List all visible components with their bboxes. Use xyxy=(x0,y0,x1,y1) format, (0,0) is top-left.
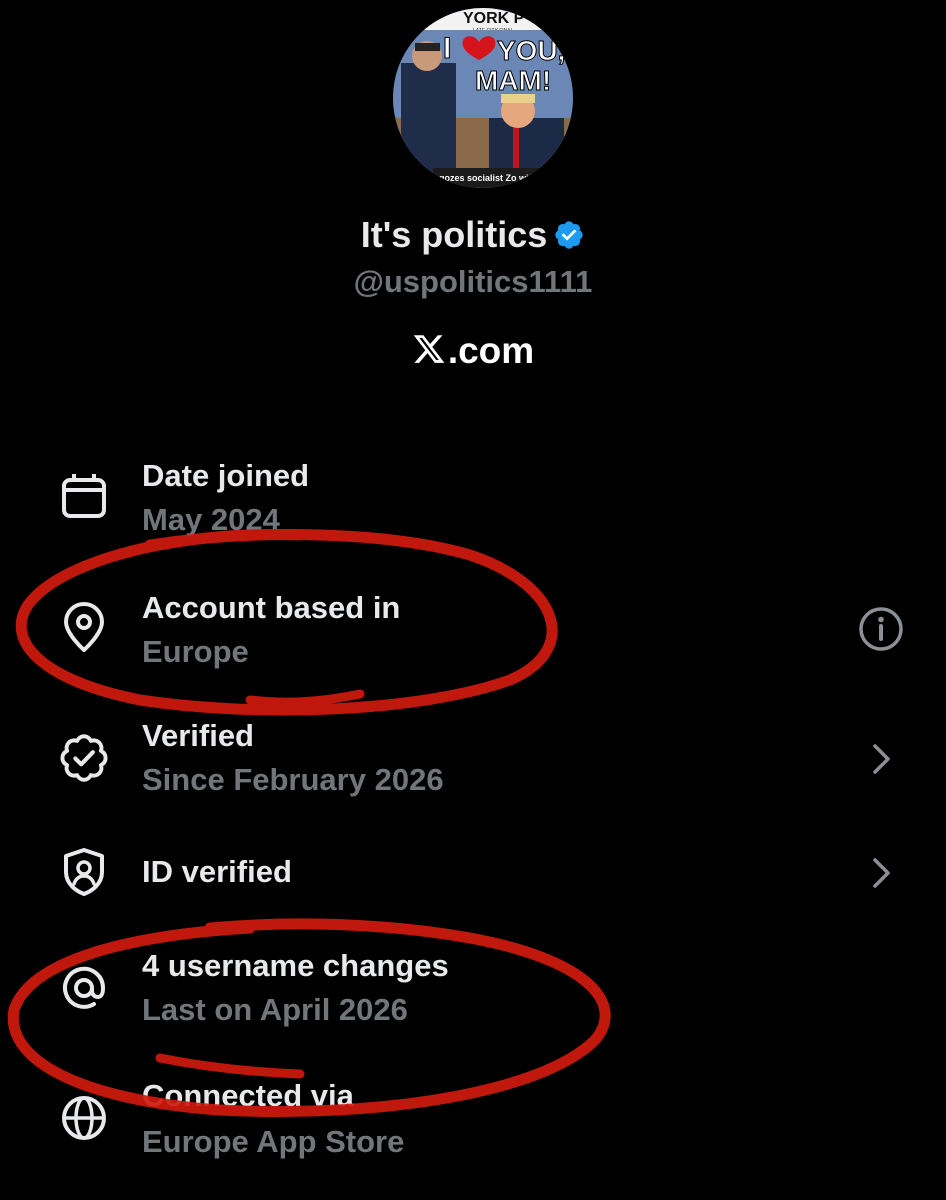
row-username-changes: 4 username changes Last on April 2026 xyxy=(0,944,946,1044)
row-subtitle: Europe xyxy=(142,634,249,669)
row-title: Connected via xyxy=(142,1078,354,1113)
row-title: ID verified xyxy=(142,854,292,889)
row-subtitle: Last on April 2026 xyxy=(142,992,408,1027)
row-subtitle: Europe App Store xyxy=(142,1124,405,1159)
at-sign-icon xyxy=(56,960,112,1016)
verified-badge-icon xyxy=(553,218,585,260)
display-name: It's politics xyxy=(360,214,548,255)
avatar-headline-you: YOU, xyxy=(497,35,565,66)
site-domain: .com xyxy=(447,330,535,371)
row-title: Date joined xyxy=(142,458,310,493)
row-verified[interactable]: Verified Since February 2026 xyxy=(0,714,946,814)
row-subtitle: May 2024 xyxy=(142,502,280,537)
avatar-headline-mam: MAM! xyxy=(475,65,551,96)
id-shield-icon xyxy=(56,844,112,900)
row-title: Verified xyxy=(142,718,254,753)
row-title: Account based in xyxy=(142,590,401,625)
avatar-newspaper-image: YORK P LATE CITY FINAL I YOU, MAM! gozes… xyxy=(393,8,573,188)
row-date-joined: Date joined May 2024 xyxy=(0,452,946,552)
row-id-verified[interactable]: ID verified xyxy=(0,830,946,930)
profile-name-row: It's politics xyxy=(0,214,946,260)
row-title: 4 username changes xyxy=(142,948,449,983)
info-icon[interactable] xyxy=(856,604,906,654)
verified-badge-outline-icon xyxy=(56,730,112,786)
globe-icon xyxy=(56,1090,112,1146)
chevron-right-icon[interactable] xyxy=(856,848,906,898)
profile-avatar[interactable]: YORK P LATE CITY FINAL I YOU, MAM! gozes… xyxy=(393,8,573,188)
profile-handle[interactable]: @uspolitics1111 xyxy=(0,264,946,300)
row-connected-via: Connected via Europe App Store xyxy=(0,1074,946,1174)
site-label: .com xyxy=(0,330,946,375)
location-pin-icon xyxy=(56,600,112,656)
row-subtitle: Since February 2026 xyxy=(142,762,444,797)
avatar-headline-i: I xyxy=(443,32,451,65)
calendar-icon xyxy=(56,468,112,524)
avatar-masthead: YORK P xyxy=(463,10,525,27)
row-account-based-in: Account based in Europe xyxy=(0,584,946,684)
chevron-right-icon[interactable] xyxy=(856,734,906,784)
avatar-caption: gozes socialist Zo with xyxy=(439,173,537,183)
x-logo-icon xyxy=(412,332,446,375)
